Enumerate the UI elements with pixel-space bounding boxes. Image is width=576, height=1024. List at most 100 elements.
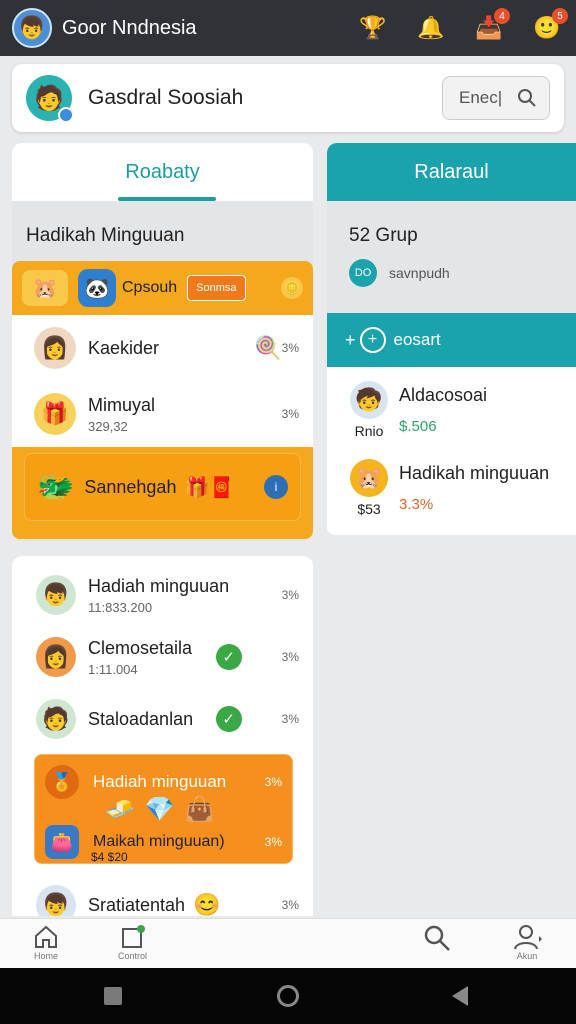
list-item-pct: 3% [281,898,299,912]
promo-subtitle: Maikah minguuan) [93,833,225,850]
plus-text: + [345,329,356,350]
list-item[interactable]: 👦 Sratiatentah 😊 3% [12,874,313,916]
app-title: Goor Nndnesia [62,16,197,39]
candy-icon: 🍭 [254,335,282,360]
system-nav-bar [0,968,576,1024]
promo-sub-pct: 3% [264,835,282,849]
search-label: Enec| [459,88,503,107]
tab-ralaraul[interactable]: Ralaraul [327,143,576,201]
tab-ralaraul-label: Ralaraul [414,160,489,183]
list-item[interactable]: 🧑 Staloadanlan ✓ 3% [12,688,313,750]
list-item-sub: 1:11.004 [88,661,138,677]
activity-list: 👦 Hadiah minguuan 11:833.200 3% 👩 Clemos… [12,556,313,916]
avatar: 👩 [34,327,76,369]
check-icon: ✓ [215,706,242,732]
leaderboard-header-label: eosart [393,330,441,349]
recents-icon[interactable] [104,987,122,1005]
avatar: 👦 [36,885,76,916]
smiley-icon: 😊 [193,892,221,916]
user-icon [514,925,542,950]
list-item-name: Hadiah minguuan [88,575,230,596]
reward-card-tag[interactable]: Sonmsa [187,275,246,301]
avatar: 👦 [36,575,76,615]
list-item-name: Clemosetaila [88,637,193,658]
list-item-pct: 3% [281,650,299,664]
left-panel: Hadikah Minguuan 🐹 🐼 Cpsouh Sonmsa 🪙 👩 K… [12,201,313,541]
dragon-icon: 🐲 [37,470,75,504]
section-title: Hadikah Minguuan [26,225,185,246]
list-item-pct: 3% [281,407,299,421]
promo-title-pct: 3% [264,775,282,789]
reward-card-label: Cpsouh [122,279,178,296]
avatar: 🧑 [36,699,76,739]
leaderboard-row[interactable]: 🐹 $53 Hadikah minguuan 3.3% [327,445,576,523]
search-icon [424,925,450,951]
avatar-label: Rnio [354,423,384,439]
bottom-nav: Home Control Akun [0,918,576,968]
inbox-badge: 4 [494,8,510,24]
row-value: 3.3% [399,496,434,513]
list-item[interactable]: 👦 Hadiah minguuan 11:833.200 3% [12,564,313,626]
trophy-icon[interactable]: 🏆 [356,11,390,45]
leaderboard-header[interactable]: + + eosart [327,313,576,367]
online-dot-icon [58,107,74,123]
group-avatar[interactable]: 🧑 [26,75,74,123]
add-circle-icon: + [359,327,386,353]
group-count: 52 Grup [349,225,418,246]
hamster-icon: 🐹 [350,459,388,497]
promo-sub-value: $4 $20 [91,850,128,864]
list-item[interactable]: 👩 Clemosetaila 1:11.004 ✓ 3% [12,626,313,688]
nav-home[interactable]: Home [32,923,60,961]
leaderboard-card: + + eosart 🧒 Rnio Aldacosoai $.506 🐹 $53… [327,313,576,535]
row-title: Hadikah minguuan [399,463,550,483]
group-text: savnpudh [389,265,450,281]
leaderboard-row[interactable]: 🧒 Rnio Aldacosoai $.506 [327,367,576,445]
wallet-icon: 👛 [45,825,79,859]
promo-card[interactable]: 🏅 Hadiah minguuan 3% 🧈💎👜 👛 Maikah minguu… [34,754,293,864]
home-button-icon[interactable] [277,985,299,1007]
list-item-name: Kaekider [88,337,160,358]
edit-icon [121,925,145,948]
list-item-sub: 11:833.200 [88,599,153,615]
reward-footer-button[interactable]: 🐲 Sannehgah 🎁🧧 i [24,453,301,521]
nav-profile-label: Akun [516,951,538,961]
list-item-sub: 329,32 [88,418,128,434]
medal-icon: 🏅 [45,765,79,799]
nav-search[interactable] [422,923,452,953]
promo-title: Hadiah minguuan [93,772,227,791]
reward-list: 👩 Kaekider 🍭 3% 🎁 Mimuyal 329,32 3% [12,315,313,447]
list-item[interactable]: 🎁 Mimuyal 329,32 3% [12,381,313,447]
list-item-name: Sratiatentah [88,894,186,915]
avatar: 🧒 [350,381,388,419]
bell-icon[interactable]: 🔔 [414,11,448,45]
reward-footer-label: Sannehgah [84,476,177,497]
user-avatar[interactable]: 👦 [12,8,52,48]
info-icon[interactable]: i [264,475,288,499]
list-item-pct: 3% [281,712,299,726]
list-item[interactable]: 👩 Kaekider 🍭 3% [12,315,313,381]
profile-badge: 5 [552,8,568,24]
inbox-icon[interactable]: 📥 4 [472,8,510,45]
back-icon[interactable] [452,986,468,1006]
avatar: 👩 [36,637,76,677]
list-item-pct: 3% [281,588,299,602]
profile-icon[interactable]: 🙂 5 [530,8,568,45]
nav-control-label: Control [118,951,148,961]
nav-home-label: Home [33,951,58,961]
group-row[interactable]: DO savnpudh [327,259,576,287]
search-button[interactable]: Enec| [442,76,550,120]
row-title: Aldacosoai [399,385,488,405]
home-icon [35,925,57,948]
header-card: 🧑 Gasdral Soosiah Enec| [12,64,564,132]
nav-control[interactable]: Control [118,923,147,961]
search-icon [518,89,536,107]
check-icon: ✓ [215,644,242,670]
mascot-chip-icon[interactable]: 🐹 [22,270,68,306]
gifts-icon: 🎁🧧 [184,476,235,499]
rewards-icon: 🧈💎👜 [105,796,225,823]
avatar-label: $53 [357,501,381,517]
coin-icon[interactable]: 🪙 [281,277,303,299]
tab-roabaty[interactable]: Roabaty [12,143,313,201]
list-item-name: Mimuyal [88,394,156,415]
nav-profile[interactable]: Akun [512,923,542,961]
